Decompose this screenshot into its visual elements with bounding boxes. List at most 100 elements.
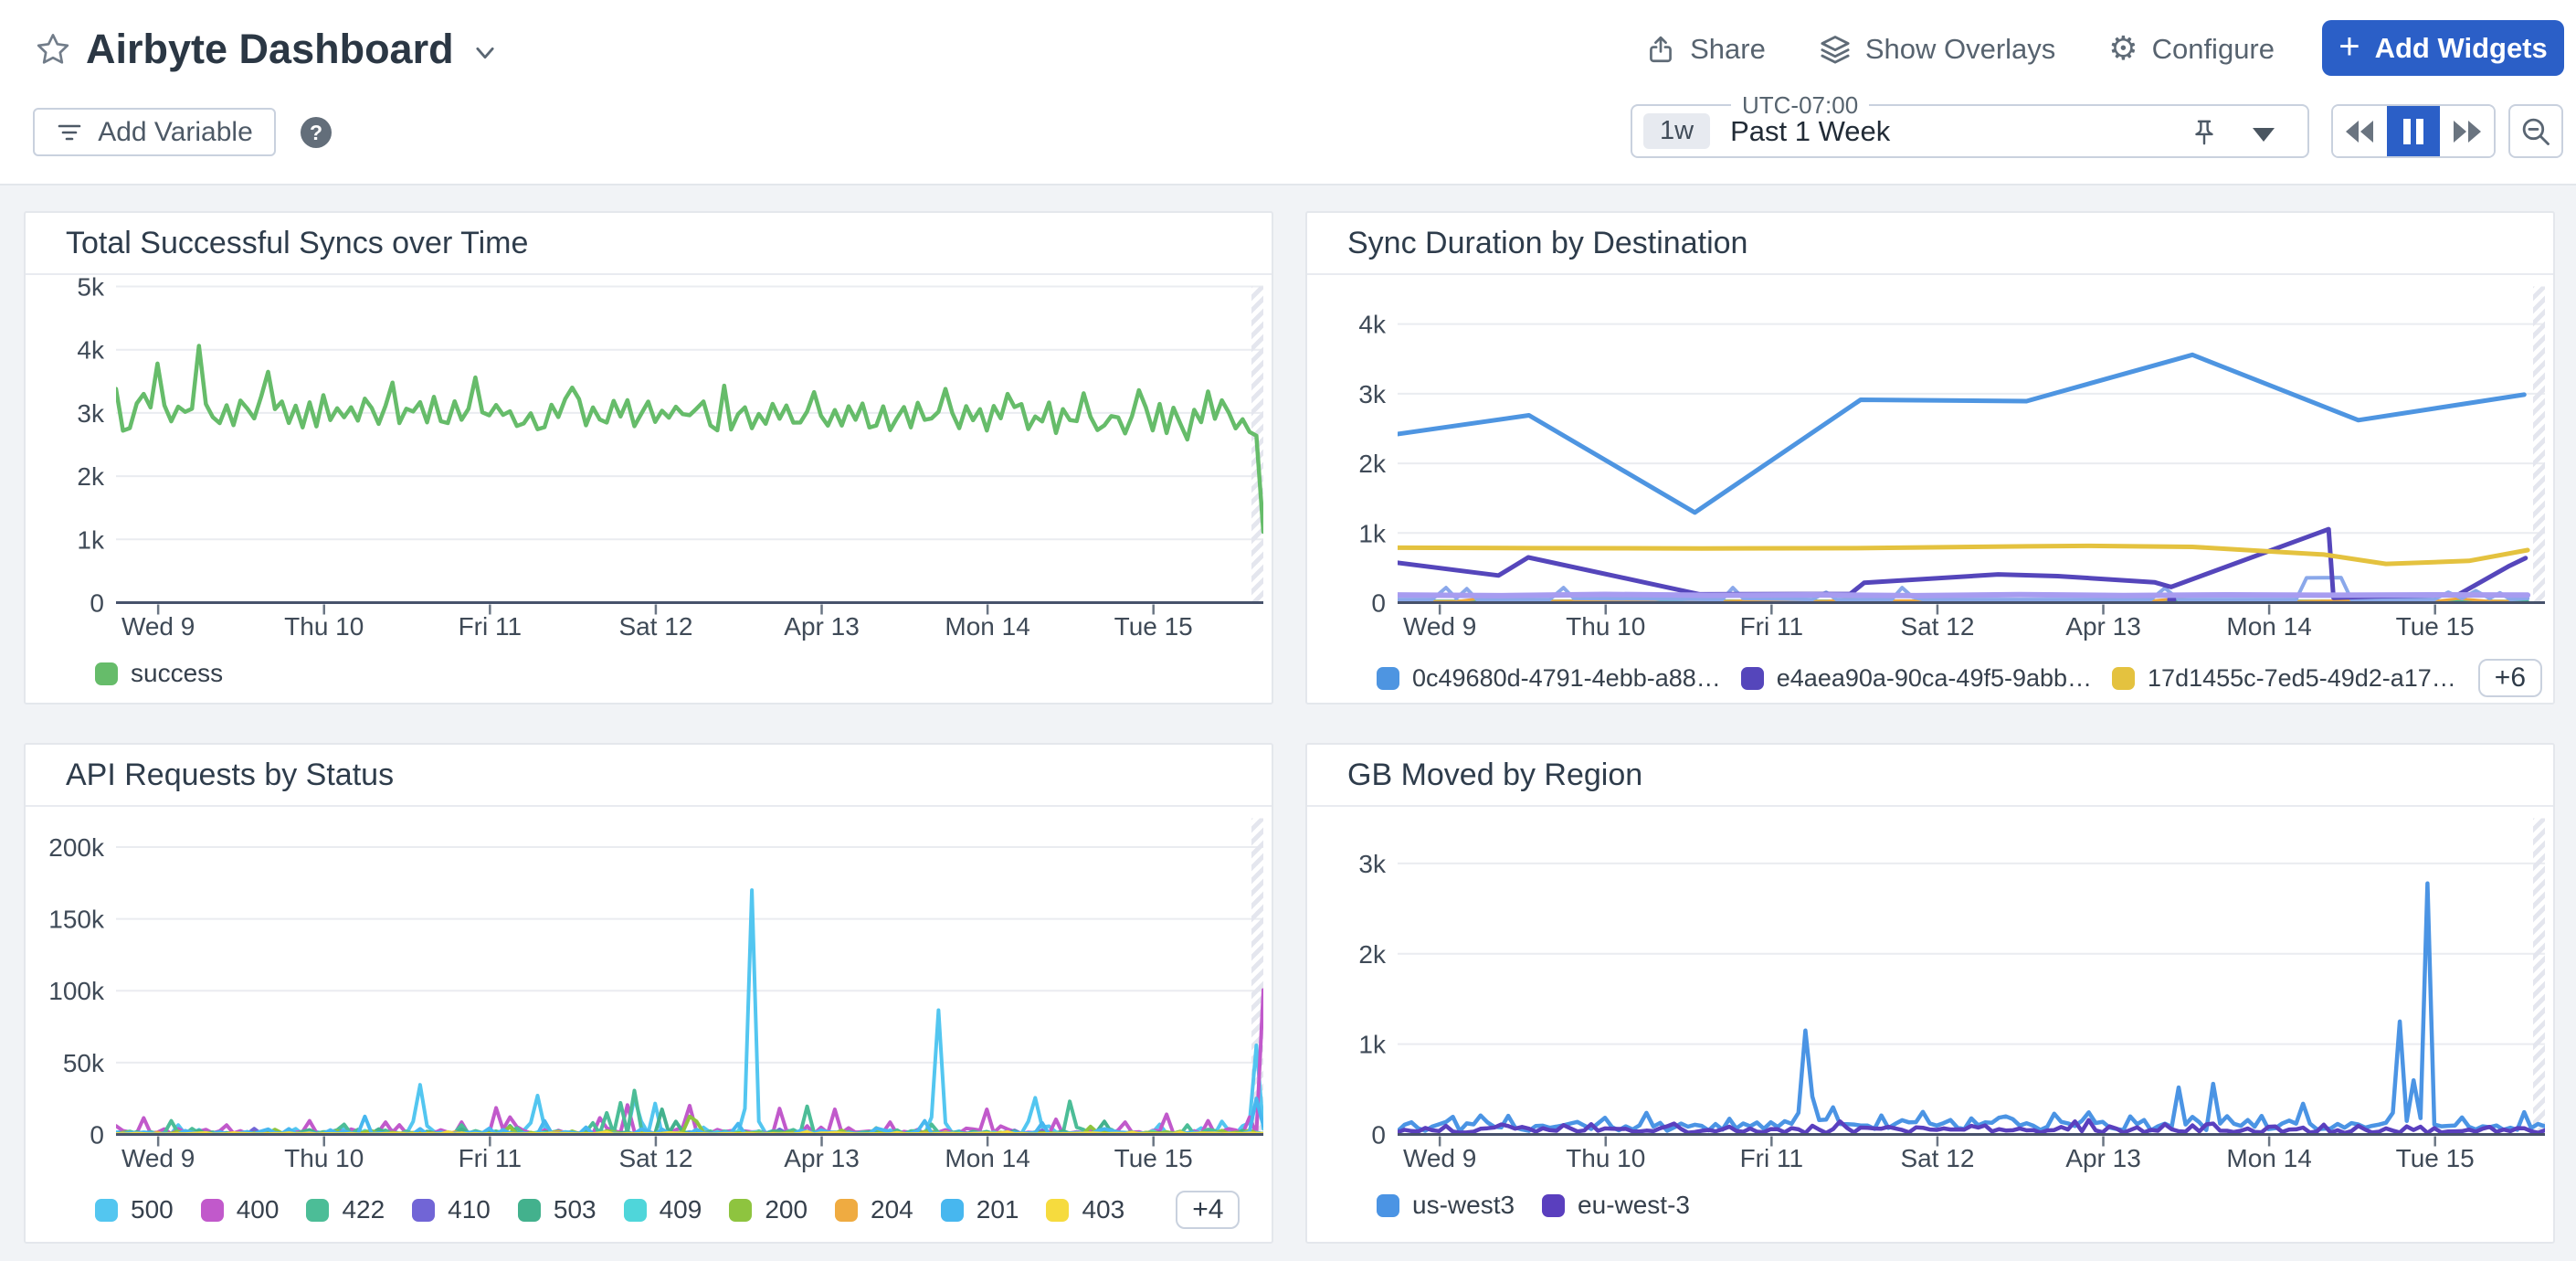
api-requests-chart[interactable]: 050k100k150k200kWed 9Thu 10Fri 11Sat 12A…: [26, 809, 1275, 1245]
legend-item[interactable]: 409: [624, 1195, 702, 1224]
legend-swatch: [95, 1199, 118, 1222]
total-successful-syncs-chart[interactable]: 01k2k3k4k5kWed 9Thu 10Fri 11Sat 12Apr 13…: [26, 277, 1275, 706]
x-tick-label: Mon 14: [945, 1144, 1029, 1172]
legend-label: 204: [871, 1195, 913, 1224]
legend-item[interactable]: 204: [835, 1195, 913, 1224]
legend-swatch: [1377, 1194, 1399, 1217]
x-tick-label: Apr 13: [784, 1144, 860, 1172]
x-tick-label: Tue 15: [2396, 612, 2475, 641]
gear-icon: ⚙: [2108, 33, 2138, 66]
pause-icon: [2402, 118, 2425, 145]
x-tick-label: Thu 10: [284, 1144, 364, 1172]
sync-duration-chart[interactable]: 01k2k3k4kWed 9Thu 10Fri 11Sat 12Apr 13Mo…: [1307, 277, 2557, 706]
legend-item[interactable]: 503: [518, 1195, 596, 1224]
widget-gb-moved-by-region: GB Moved by Region 01k2k3kWed 9Thu 10Fri…: [1305, 743, 2555, 1244]
y-tick-label: 0: [90, 589, 104, 618]
x-tick-label: Apr 13: [784, 612, 860, 641]
star-icon[interactable]: [35, 31, 71, 68]
legend-item[interactable]: 201: [941, 1195, 1019, 1224]
time-range-chip[interactable]: 1w: [1643, 113, 1710, 149]
pin-icon[interactable]: [2189, 117, 2220, 148]
x-tick-label: Tue 15: [2396, 1144, 2475, 1172]
legend-item[interactable]: 403: [1046, 1195, 1124, 1224]
layers-icon: [1819, 33, 1852, 66]
legend-item[interactable]: success: [95, 659, 223, 688]
plus-icon: +: [2338, 28, 2360, 65]
x-tick-label: Apr 13: [2065, 1144, 2141, 1172]
legend-item[interactable]: 17d1455c-7ed5-49d2-a17…: [2112, 664, 2456, 693]
legend-label: 500: [131, 1195, 174, 1224]
x-tick-label: Tue 15: [1114, 612, 1193, 641]
widget-title: GB Moved by Region: [1307, 745, 2553, 807]
legend-item[interactable]: us-west3: [1377, 1191, 1515, 1220]
legend-label: 403: [1082, 1195, 1124, 1224]
legend-item[interactable]: e4aea90a-90ca-49f5-9abb…: [1741, 664, 2092, 693]
y-tick-label: 3k: [1358, 380, 1387, 408]
legend-label: 422: [342, 1195, 385, 1224]
legend-label: success: [131, 659, 223, 688]
fast-forward-button[interactable]: [2440, 106, 2494, 156]
share-label: Share: [1690, 33, 1766, 66]
configure-label: Configure: [2152, 33, 2275, 66]
legend-more-badge[interactable]: +6: [2478, 659, 2542, 697]
chevron-down-icon[interactable]: [472, 40, 498, 66]
legend-item[interactable]: 400: [201, 1195, 280, 1224]
share-button[interactable]: Share: [1645, 33, 1766, 66]
rewind-button[interactable]: [2333, 106, 2387, 156]
legend-swatch: [1542, 1194, 1565, 1217]
widget-title: Sync Duration by Destination: [1307, 213, 2553, 275]
zoom-out-icon: [2519, 115, 2552, 148]
legend-label: 409: [660, 1195, 702, 1224]
fast-forward-icon: [2452, 119, 2483, 144]
widget-total-successful-syncs: Total Successful Syncs over Time 01k2k3k…: [24, 211, 1273, 705]
legend-item[interactable]: 422: [306, 1195, 385, 1224]
x-tick-label: Thu 10: [284, 612, 364, 641]
configure-button[interactable]: ⚙ Configure: [2108, 33, 2275, 66]
legend-label: 400: [237, 1195, 280, 1224]
y-tick-label: 4k: [77, 336, 105, 365]
legend-label: 410: [448, 1195, 491, 1224]
legend-label: e4aea90a-90ca-49f5-9abb…: [1777, 664, 2092, 693]
legend-item[interactable]: eu-west-3: [1542, 1191, 1690, 1220]
legend-swatch: [624, 1199, 647, 1222]
legend-swatch: [1741, 667, 1764, 690]
x-tick-label: Mon 14: [2226, 1144, 2311, 1172]
dashboard-title-row: Airbyte Dashboard: [35, 20, 498, 79]
incomplete-data-hatch: [2533, 819, 2545, 1135]
x-tick-label: Fri 11: [459, 612, 523, 641]
add-widgets-button[interactable]: + Add Widgets: [2322, 20, 2564, 76]
legend-swatch: [835, 1199, 858, 1222]
y-tick-label: 1k: [1358, 519, 1387, 547]
series-line: [1377, 595, 2528, 596]
y-tick-label: 5k: [77, 277, 105, 302]
zoom-out-button[interactable]: [2508, 104, 2563, 158]
time-range-picker[interactable]: UTC-07:00 1w Past 1 Week: [1631, 104, 2309, 158]
help-icon[interactable]: ?: [301, 117, 332, 148]
y-tick-label: 1k: [1358, 1031, 1387, 1059]
legend-label: 201: [977, 1195, 1019, 1224]
y-tick-label: 2k: [1358, 940, 1387, 969]
x-tick-label: Fri 11: [1740, 1144, 1804, 1172]
y-tick-label: 0: [1371, 1121, 1386, 1150]
legend-item[interactable]: 0c49680d-4791-4ebb-a88…: [1377, 664, 1721, 693]
legend-item[interactable]: 500: [95, 1195, 174, 1224]
show-overlays-button[interactable]: Show Overlays: [1819, 33, 2055, 66]
sync-duration-legend: 0c49680d-4791-4ebb-a88… e4aea90a-90ca-49f…: [1307, 659, 2553, 697]
playback-controls: [2331, 104, 2496, 158]
series-line: [1377, 529, 2526, 598]
widget-api-requests-by-status: API Requests by Status 050k100k150k200kW…: [24, 743, 1273, 1244]
legend-swatch: [518, 1199, 541, 1222]
y-tick-label: 0: [1371, 589, 1386, 618]
y-tick-label: 3k: [1358, 850, 1387, 878]
x-tick-label: Sat 12: [1900, 612, 1974, 641]
series-line: [1398, 884, 2545, 1131]
dashboard-header: Airbyte Dashboard Add Variable ? Share: [0, 0, 2576, 185]
legend-more-badge[interactable]: +4: [1176, 1191, 1240, 1229]
legend-item[interactable]: 410: [412, 1195, 491, 1224]
gb-moved-chart[interactable]: 01k2k3kWed 9Thu 10Fri 11Sat 12Apr 13Mon …: [1307, 809, 2557, 1245]
legend-swatch: [412, 1199, 435, 1222]
y-tick-label: 2k: [1358, 450, 1387, 478]
legend-item[interactable]: 200: [729, 1195, 808, 1224]
pause-button[interactable]: [2387, 106, 2441, 156]
add-variable-button[interactable]: Add Variable: [33, 108, 276, 156]
